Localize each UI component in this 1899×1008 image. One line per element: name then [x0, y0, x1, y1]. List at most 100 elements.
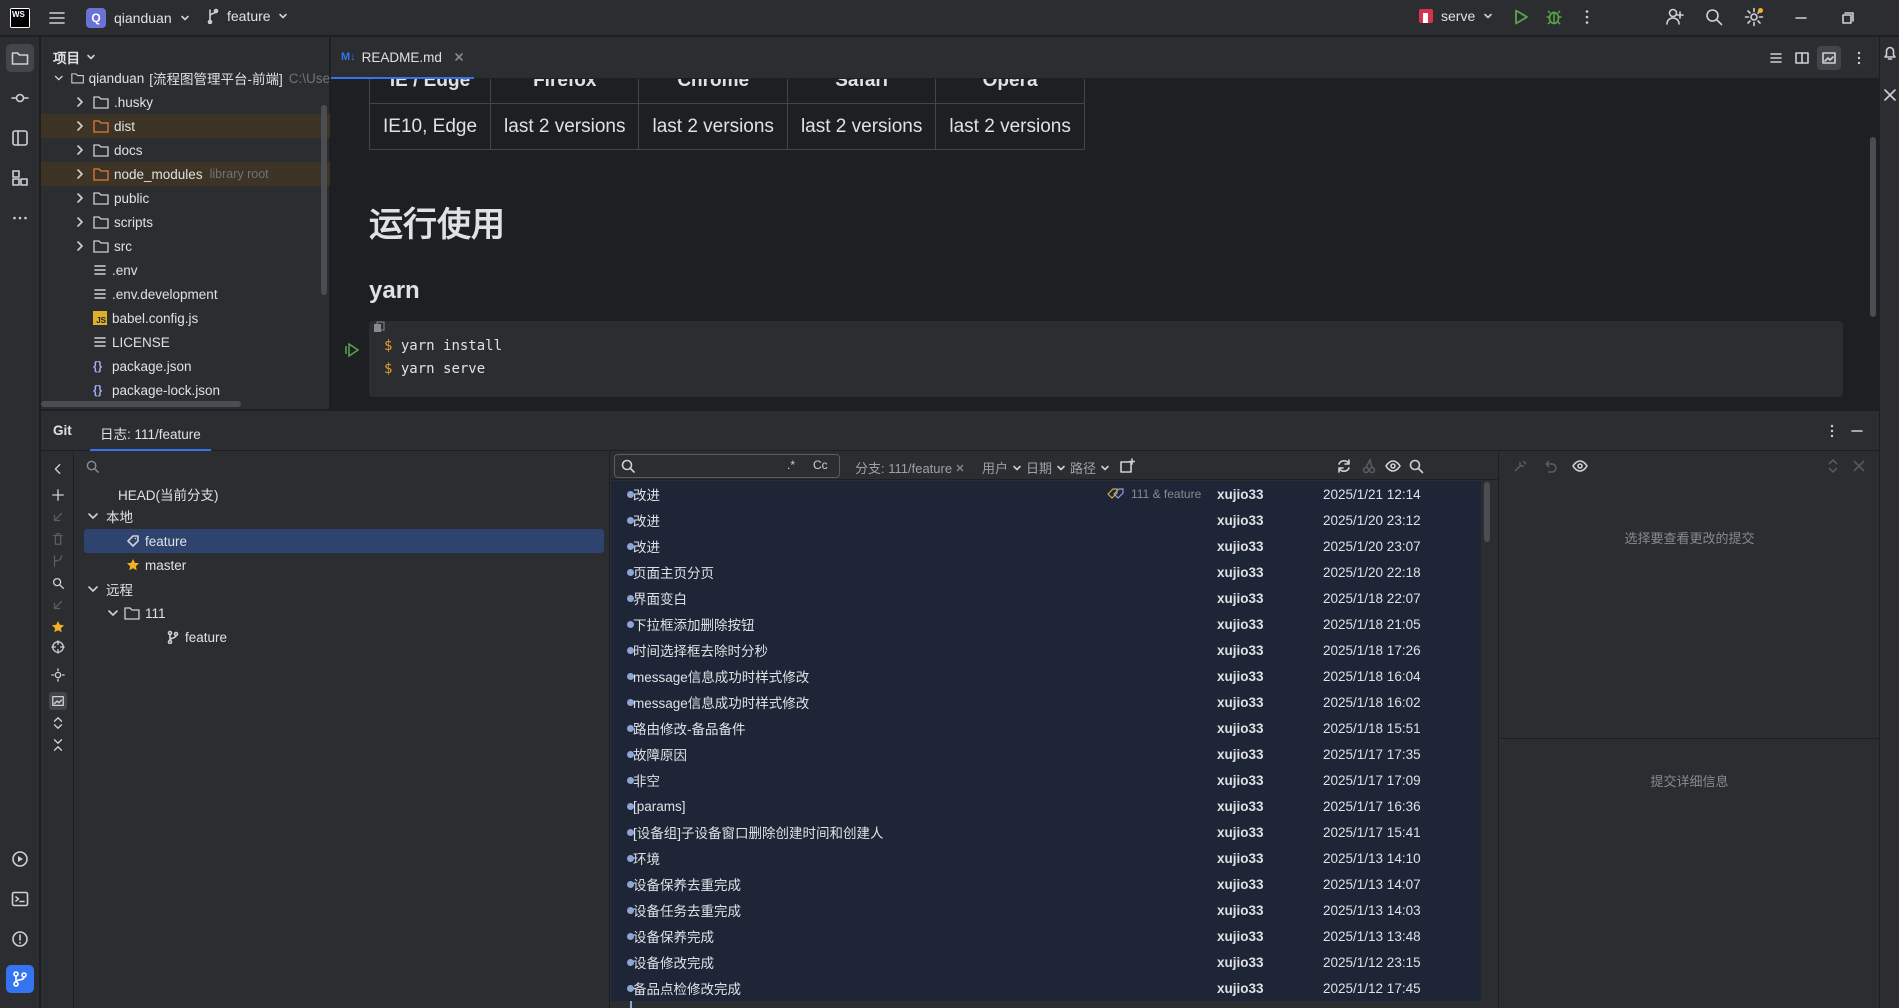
hide-panel-icon[interactable]: [1849, 423, 1865, 439]
commit-row[interactable]: 备品点检修改完成 xujio33 2025/1/12 17:45: [611, 975, 1481, 1001]
commit-tool-button[interactable]: [6, 84, 34, 112]
run-config-selector[interactable]: serve: [1419, 8, 1493, 24]
tree-item[interactable]: {} package-lock.json: [41, 378, 330, 402]
tree-item[interactable]: LICENSE: [41, 330, 330, 354]
more-vertical-icon[interactable]: [1851, 50, 1867, 66]
editor-scrollbar[interactable]: [1870, 137, 1876, 317]
commit-row[interactable]: 页面主页分页 xujio33 2025/1/20 22:18: [611, 559, 1481, 585]
locate-icon[interactable]: [49, 638, 67, 656]
branch-item-feature[interactable]: feature: [84, 529, 604, 553]
tree-item[interactable]: docs: [41, 138, 330, 162]
tree-item[interactable]: JS babel.config.js: [41, 306, 330, 330]
tree-scrollbar[interactable]: [321, 105, 327, 295]
tree-root[interactable]: qianduan [流程图管理平台-前端] C:\Use: [41, 66, 330, 90]
diff-icon[interactable]: [1512, 458, 1528, 474]
view-options-icon[interactable]: [1572, 458, 1588, 474]
split-view-icon[interactable]: [1794, 50, 1810, 66]
notifications-icon[interactable]: [1883, 45, 1897, 61]
commit-row[interactable]: 环境 xujio33 2025/1/13 14:10: [611, 845, 1481, 871]
commit-row[interactable]: 改进 111 & feature xujio33 2025/1/21 12:14: [611, 481, 1481, 507]
tree-item[interactable]: .env: [41, 258, 330, 282]
commit-row[interactable]: 设备任务去重完成 xujio33 2025/1/13 14:03: [611, 897, 1481, 923]
commit-row[interactable]: [params] xujio33 2025/1/17 16:36: [611, 793, 1481, 819]
tree-item[interactable]: src: [41, 234, 330, 258]
match-case-toggle[interactable]: Cc: [813, 458, 828, 472]
tree-item[interactable]: .husky: [41, 90, 330, 114]
favorite-icon[interactable]: [49, 618, 67, 636]
commit-row[interactable]: 下拉框添加删除按钮 xujio33 2025/1/18 21:05: [611, 611, 1481, 637]
tree-item[interactable]: {} package.json: [41, 354, 330, 378]
close-icon[interactable]: [454, 52, 464, 62]
restore-icon[interactable]: [1840, 10, 1856, 26]
settings-icon[interactable]: [1744, 7, 1764, 27]
close-icon[interactable]: [956, 464, 964, 472]
project-tool-button[interactable]: [6, 44, 34, 72]
commit-row[interactable]: 改进 xujio33 2025/1/20 23:07: [611, 533, 1481, 559]
search-icon[interactable]: [1705, 8, 1723, 26]
project-view-selector[interactable]: 项目: [53, 47, 96, 67]
editor-only-view-icon[interactable]: [1768, 50, 1784, 66]
collapse-all-icon[interactable]: [1852, 459, 1866, 473]
more-vertical-icon[interactable]: [1578, 8, 1596, 26]
path-filter[interactable]: 路径: [1070, 458, 1110, 477]
new-tab-icon[interactable]: [1119, 458, 1135, 474]
tree-item[interactable]: public: [41, 186, 330, 210]
update-icon[interactable]: [49, 596, 67, 614]
collapse-panel-icon[interactable]: [49, 460, 67, 478]
problems-tool-button[interactable]: [6, 925, 34, 953]
git-tool-button[interactable]: [6, 965, 34, 993]
project-switcher[interactable]: Q qianduan: [86, 8, 190, 28]
tab-readme[interactable]: M↓ README.md: [331, 37, 474, 79]
revert-icon[interactable]: [1542, 458, 1558, 474]
run-icon[interactable]: [1512, 8, 1530, 26]
commit-row[interactable]: 改进 xujio33 2025/1/20 23:12: [611, 507, 1481, 533]
branch-filter[interactable]: 分支: 111/feature: [855, 458, 964, 477]
commit-row[interactable]: 设备保养完成 xujio33 2025/1/13 13:48: [611, 923, 1481, 949]
pull-requests-tool-button[interactable]: [6, 124, 34, 152]
structure-tool-button[interactable]: [6, 164, 34, 192]
debug-icon[interactable]: [1545, 8, 1563, 26]
commit-row[interactable]: message信息成功时样式修改 xujio33 2025/1/18 16:04: [611, 663, 1481, 689]
more-vertical-icon[interactable]: [1824, 423, 1840, 439]
commit-row[interactable]: message信息成功时样式修改 xujio33 2025/1/18 16:02: [611, 689, 1481, 715]
commit-row[interactable]: 界面变白 xujio33 2025/1/18 22:07: [611, 585, 1481, 611]
app-logo[interactable]: WS: [10, 8, 30, 28]
preview-only-view-icon[interactable]: [1817, 46, 1841, 70]
remote-group-111[interactable]: 111: [106, 601, 166, 625]
preview-icon[interactable]: [49, 692, 67, 710]
cherry-pick-icon[interactable]: [1361, 458, 1377, 474]
branch-group-remote[interactable]: 远程: [86, 577, 133, 601]
tree-horizontal-scrollbar[interactable]: [41, 401, 241, 407]
more-tools-button[interactable]: [6, 204, 34, 232]
services-tool-button[interactable]: [6, 845, 34, 873]
search-icon[interactable]: [49, 574, 67, 592]
search-icon[interactable]: [1408, 458, 1424, 474]
branch-head[interactable]: HEAD(当前分支): [96, 482, 219, 506]
tab-git[interactable]: Git: [53, 423, 72, 438]
log-search-input[interactable]: .* Cc: [614, 454, 840, 478]
commit-row[interactable]: 故障原因 xujio33 2025/1/17 17:35: [611, 741, 1481, 767]
copy-icon[interactable]: [373, 321, 385, 333]
expand-icon[interactable]: [49, 714, 67, 732]
settings-icon[interactable]: [49, 666, 67, 684]
branch-item-master[interactable]: master: [84, 553, 186, 577]
expand-collapse-icon[interactable]: [1826, 458, 1840, 474]
commit-row[interactable]: 非空 xujio33 2025/1/17 17:09: [611, 767, 1481, 793]
view-options-icon[interactable]: [1385, 458, 1401, 474]
user-filter[interactable]: 用户: [982, 458, 1022, 477]
add-icon[interactable]: [49, 486, 67, 504]
minimize-icon[interactable]: [1793, 10, 1809, 26]
merge-icon[interactable]: [49, 552, 67, 570]
remote-branch-feature[interactable]: feature: [126, 625, 227, 649]
run-code-icon[interactable]: [345, 342, 361, 358]
branch-group-local[interactable]: 本地: [86, 504, 133, 528]
tab-log[interactable]: 日志: 111/feature: [90, 411, 211, 451]
tree-item[interactable]: dist: [41, 114, 330, 138]
add-user-icon[interactable]: [1665, 7, 1685, 27]
commit-row[interactable]: 路由修改-备品备件 xujio33 2025/1/18 15:51: [611, 715, 1481, 741]
commit-row[interactable]: 设备保养去重完成 xujio33 2025/1/13 14:07: [611, 871, 1481, 897]
collapse-icon[interactable]: [49, 736, 67, 754]
ai-assistant-icon[interactable]: [1883, 87, 1897, 103]
commit-row[interactable]: 时间选择框去除时分秒 xujio33 2025/1/18 17:26: [611, 637, 1481, 663]
date-filter[interactable]: 日期: [1026, 458, 1066, 477]
